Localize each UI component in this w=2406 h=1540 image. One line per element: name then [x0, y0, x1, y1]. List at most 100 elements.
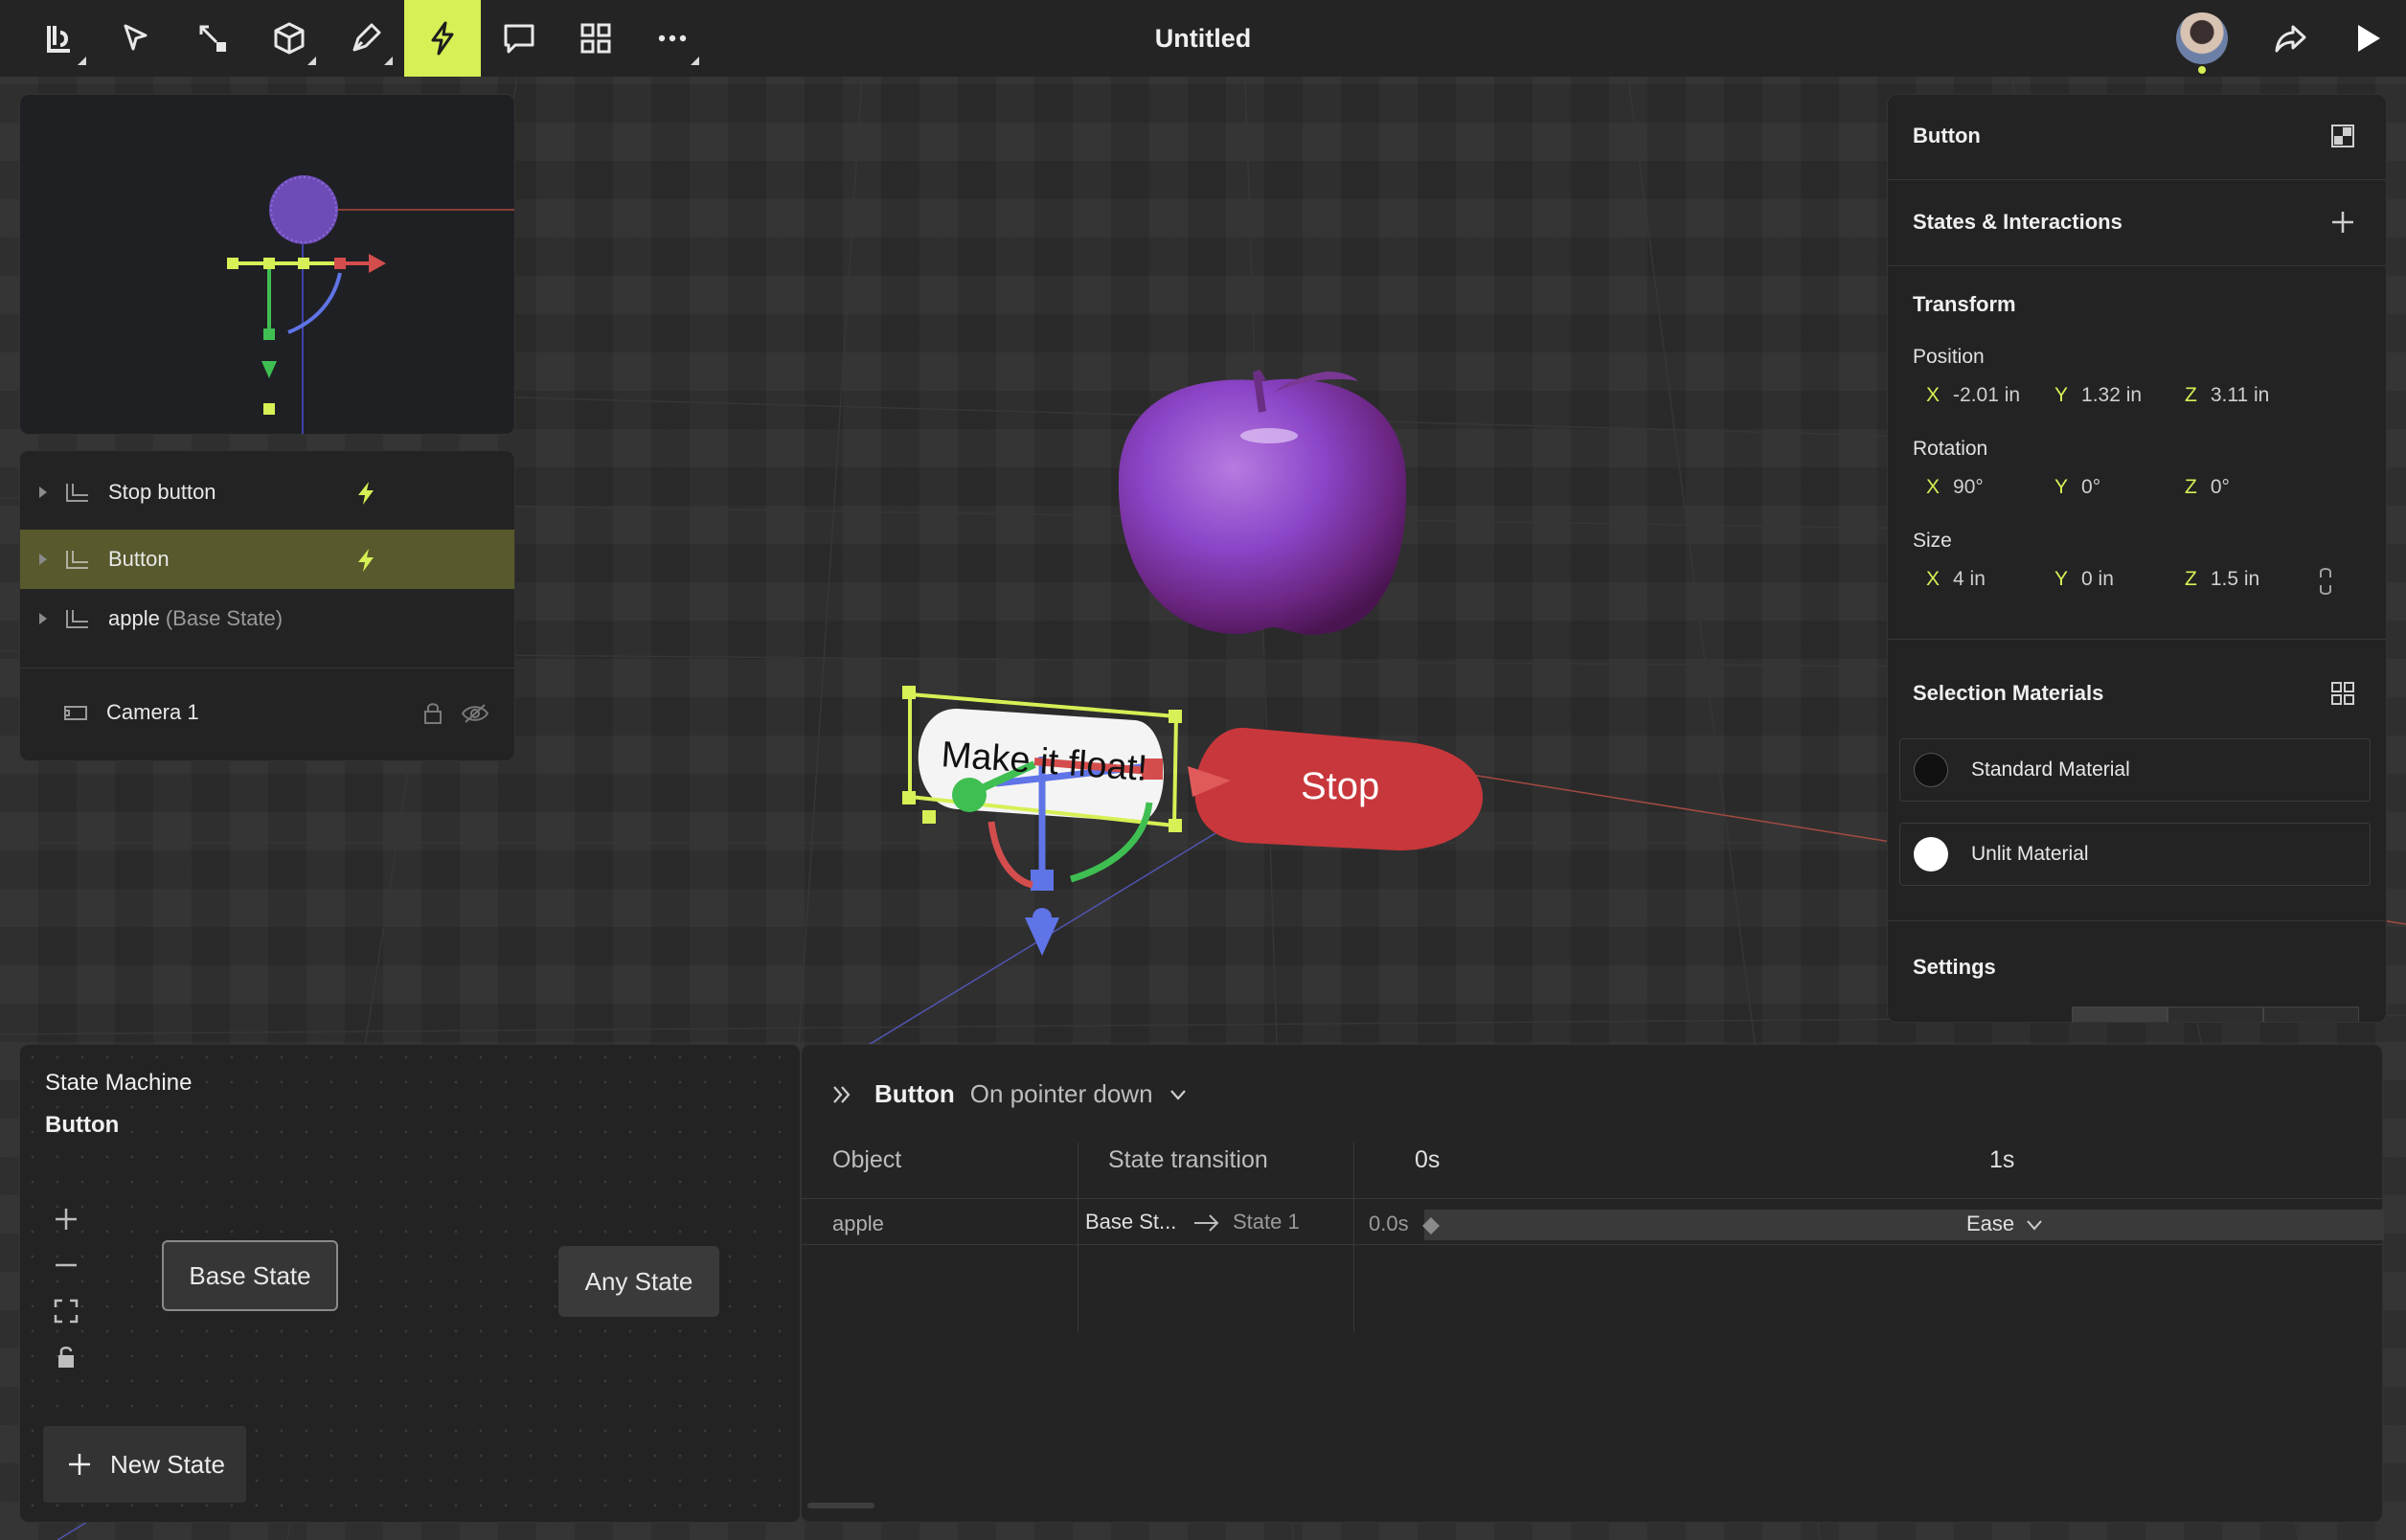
- collapse-chevrons-icon[interactable]: [830, 1083, 853, 1106]
- material-row-unlit[interactable]: Unlit Material: [1899, 823, 2371, 886]
- interactions-tool-button[interactable]: [404, 0, 481, 77]
- more-tools-button[interactable]: [634, 0, 711, 77]
- size-x-field[interactable]: X 4 in: [1926, 568, 1986, 591]
- scale-tool-button[interactable]: [174, 0, 251, 77]
- position-x-field[interactable]: X -2.01 in: [1926, 384, 2020, 407]
- make-it-float-button-model[interactable]: [902, 686, 1182, 956]
- layer-row-stop-button[interactable]: Stop button: [20, 463, 514, 522]
- lock-icon[interactable]: [422, 702, 443, 725]
- stop-button-text: Stop: [1301, 765, 1379, 807]
- size-x-value: 4 in: [1953, 568, 1986, 590]
- size-y-value: 0 in: [2081, 568, 2114, 590]
- timeline-header: Button On pointer down: [830, 1079, 1188, 1109]
- rotation-y-field[interactable]: Y 0°: [2054, 476, 2100, 499]
- size-z-field[interactable]: Z 1.5 in: [2185, 568, 2259, 591]
- event-trigger-select[interactable]: On pointer down: [970, 1079, 1153, 1109]
- expand-arrow-icon[interactable]: [39, 613, 47, 624]
- time-marker-1s: 1s: [1989, 1146, 2015, 1173]
- more-icon: [658, 34, 687, 42]
- position-z-value: 3.11 in: [2210, 384, 2270, 406]
- comment-tool-button[interactable]: [481, 0, 557, 77]
- expand-arrow-icon[interactable]: [39, 554, 47, 565]
- horizontal-scrollbar[interactable]: [807, 1503, 874, 1508]
- interaction-lightning-icon: [358, 482, 374, 505]
- shapes-tool-button[interactable]: [251, 0, 328, 77]
- position-y-value: 1.32 in: [2081, 384, 2143, 406]
- size-y-field[interactable]: Y 0 in: [2054, 568, 2114, 591]
- x-axis-label: X: [1926, 384, 1941, 406]
- user-avatar[interactable]: [2176, 12, 2228, 74]
- position-y-field[interactable]: Y 1.32 in: [2054, 384, 2142, 407]
- settings-segment-2[interactable]: [2168, 1007, 2263, 1022]
- zoom-in-button[interactable]: [47, 1200, 85, 1238]
- chevron-down-icon[interactable]: [2026, 1217, 2043, 1233]
- select-pointer-icon: [124, 24, 148, 51]
- chevron-down-icon[interactable]: [1169, 1085, 1188, 1104]
- camera-preview-graphics: [227, 175, 514, 434]
- settings-segment-3[interactable]: [2263, 1007, 2359, 1022]
- new-state-label: New State: [110, 1449, 225, 1479]
- position-x-value: -2.01 in: [1953, 384, 2021, 406]
- minus-icon: [56, 1263, 77, 1267]
- share-icon: [2275, 25, 2306, 53]
- column-header-transition: State transition: [1108, 1146, 1268, 1173]
- select-tool-button[interactable]: [98, 0, 174, 77]
- add-interaction-plus-icon[interactable]: [2330, 210, 2355, 235]
- lock-canvas-button[interactable]: [47, 1338, 85, 1376]
- settings-segment-1[interactable]: [2072, 1007, 2168, 1022]
- material-swatch: [1914, 837, 1948, 872]
- x-axis-label: X: [1926, 568, 1941, 590]
- material-row-standard[interactable]: Standard Material: [1899, 738, 2371, 802]
- pen-icon: [352, 23, 381, 52]
- easing-track[interactable]: [1424, 1210, 2384, 1240]
- material-label: Standard Material: [1971, 759, 2130, 781]
- size-z-value: 1.5 in: [2210, 568, 2260, 590]
- online-indicator: [2198, 66, 2206, 74]
- easing-select[interactable]: Ease: [1966, 1212, 2014, 1236]
- pen-tool-button[interactable]: [328, 0, 404, 77]
- transition-delay[interactable]: 0.0s: [1369, 1212, 1409, 1236]
- camera-icon: [64, 706, 87, 720]
- share-button[interactable]: [2253, 0, 2329, 77]
- library-tool-button[interactable]: [557, 0, 634, 77]
- materials-grid-icon[interactable]: [2330, 681, 2355, 706]
- layer-row-camera[interactable]: Camera 1: [20, 683, 514, 742]
- interaction-lightning-icon: [358, 549, 374, 572]
- object-settings-icon[interactable]: [2330, 124, 2355, 148]
- keyframe-diamond-icon[interactable]: [1420, 1215, 1441, 1236]
- zoom-out-button[interactable]: [47, 1246, 85, 1284]
- layer-label: Camera 1: [106, 700, 199, 724]
- fit-view-button[interactable]: [47, 1292, 85, 1330]
- y-axis-label: Y: [2054, 568, 2069, 590]
- rotation-z-value: 0°: [2210, 476, 2230, 498]
- rotation-x-field[interactable]: X 90°: [1926, 476, 1984, 499]
- layer-state-suffix: (Base State): [165, 606, 284, 630]
- transition-to-state[interactable]: State 1: [1233, 1210, 1300, 1234]
- link-proportions-icon[interactable]: [2317, 566, 2334, 597]
- camera-preview-panel[interactable]: [19, 94, 515, 435]
- state-machine-panel[interactable]: State Machine Button Base State Any Stat…: [19, 1044, 801, 1523]
- material-label: Unlit Material: [1971, 843, 2089, 865]
- layer-row-button[interactable]: Button: [20, 530, 514, 589]
- y-axis-label: Y: [2054, 384, 2069, 406]
- logo-menu-button[interactable]: [21, 0, 98, 77]
- transition-from-state[interactable]: Base St...: [1085, 1210, 1176, 1234]
- play-button[interactable]: [2329, 0, 2406, 77]
- lock-icon: [58, 1347, 74, 1368]
- top-right-actions: [2176, 0, 2406, 77]
- rotation-z-field[interactable]: Z 0°: [2185, 476, 2230, 499]
- z-axis-label: Z: [2185, 476, 2197, 498]
- timeline-object-name: Button: [874, 1079, 955, 1108]
- logo-icon: [47, 26, 70, 53]
- position-z-field[interactable]: Z 3.11 in: [2185, 384, 2269, 407]
- base-state-node[interactable]: Base State: [162, 1240, 338, 1311]
- scale-icon: [199, 25, 226, 52]
- any-state-node[interactable]: Any State: [558, 1246, 719, 1317]
- expand-arrow-icon[interactable]: [39, 487, 47, 498]
- hide-eye-icon[interactable]: [461, 702, 489, 725]
- transition-row-object[interactable]: apple: [832, 1212, 884, 1236]
- layer-row-apple[interactable]: apple (Base State): [20, 589, 514, 648]
- apple-model[interactable]: [1118, 369, 1407, 635]
- new-state-button[interactable]: New State: [43, 1426, 246, 1503]
- rotation-y-value: 0°: [2081, 476, 2101, 498]
